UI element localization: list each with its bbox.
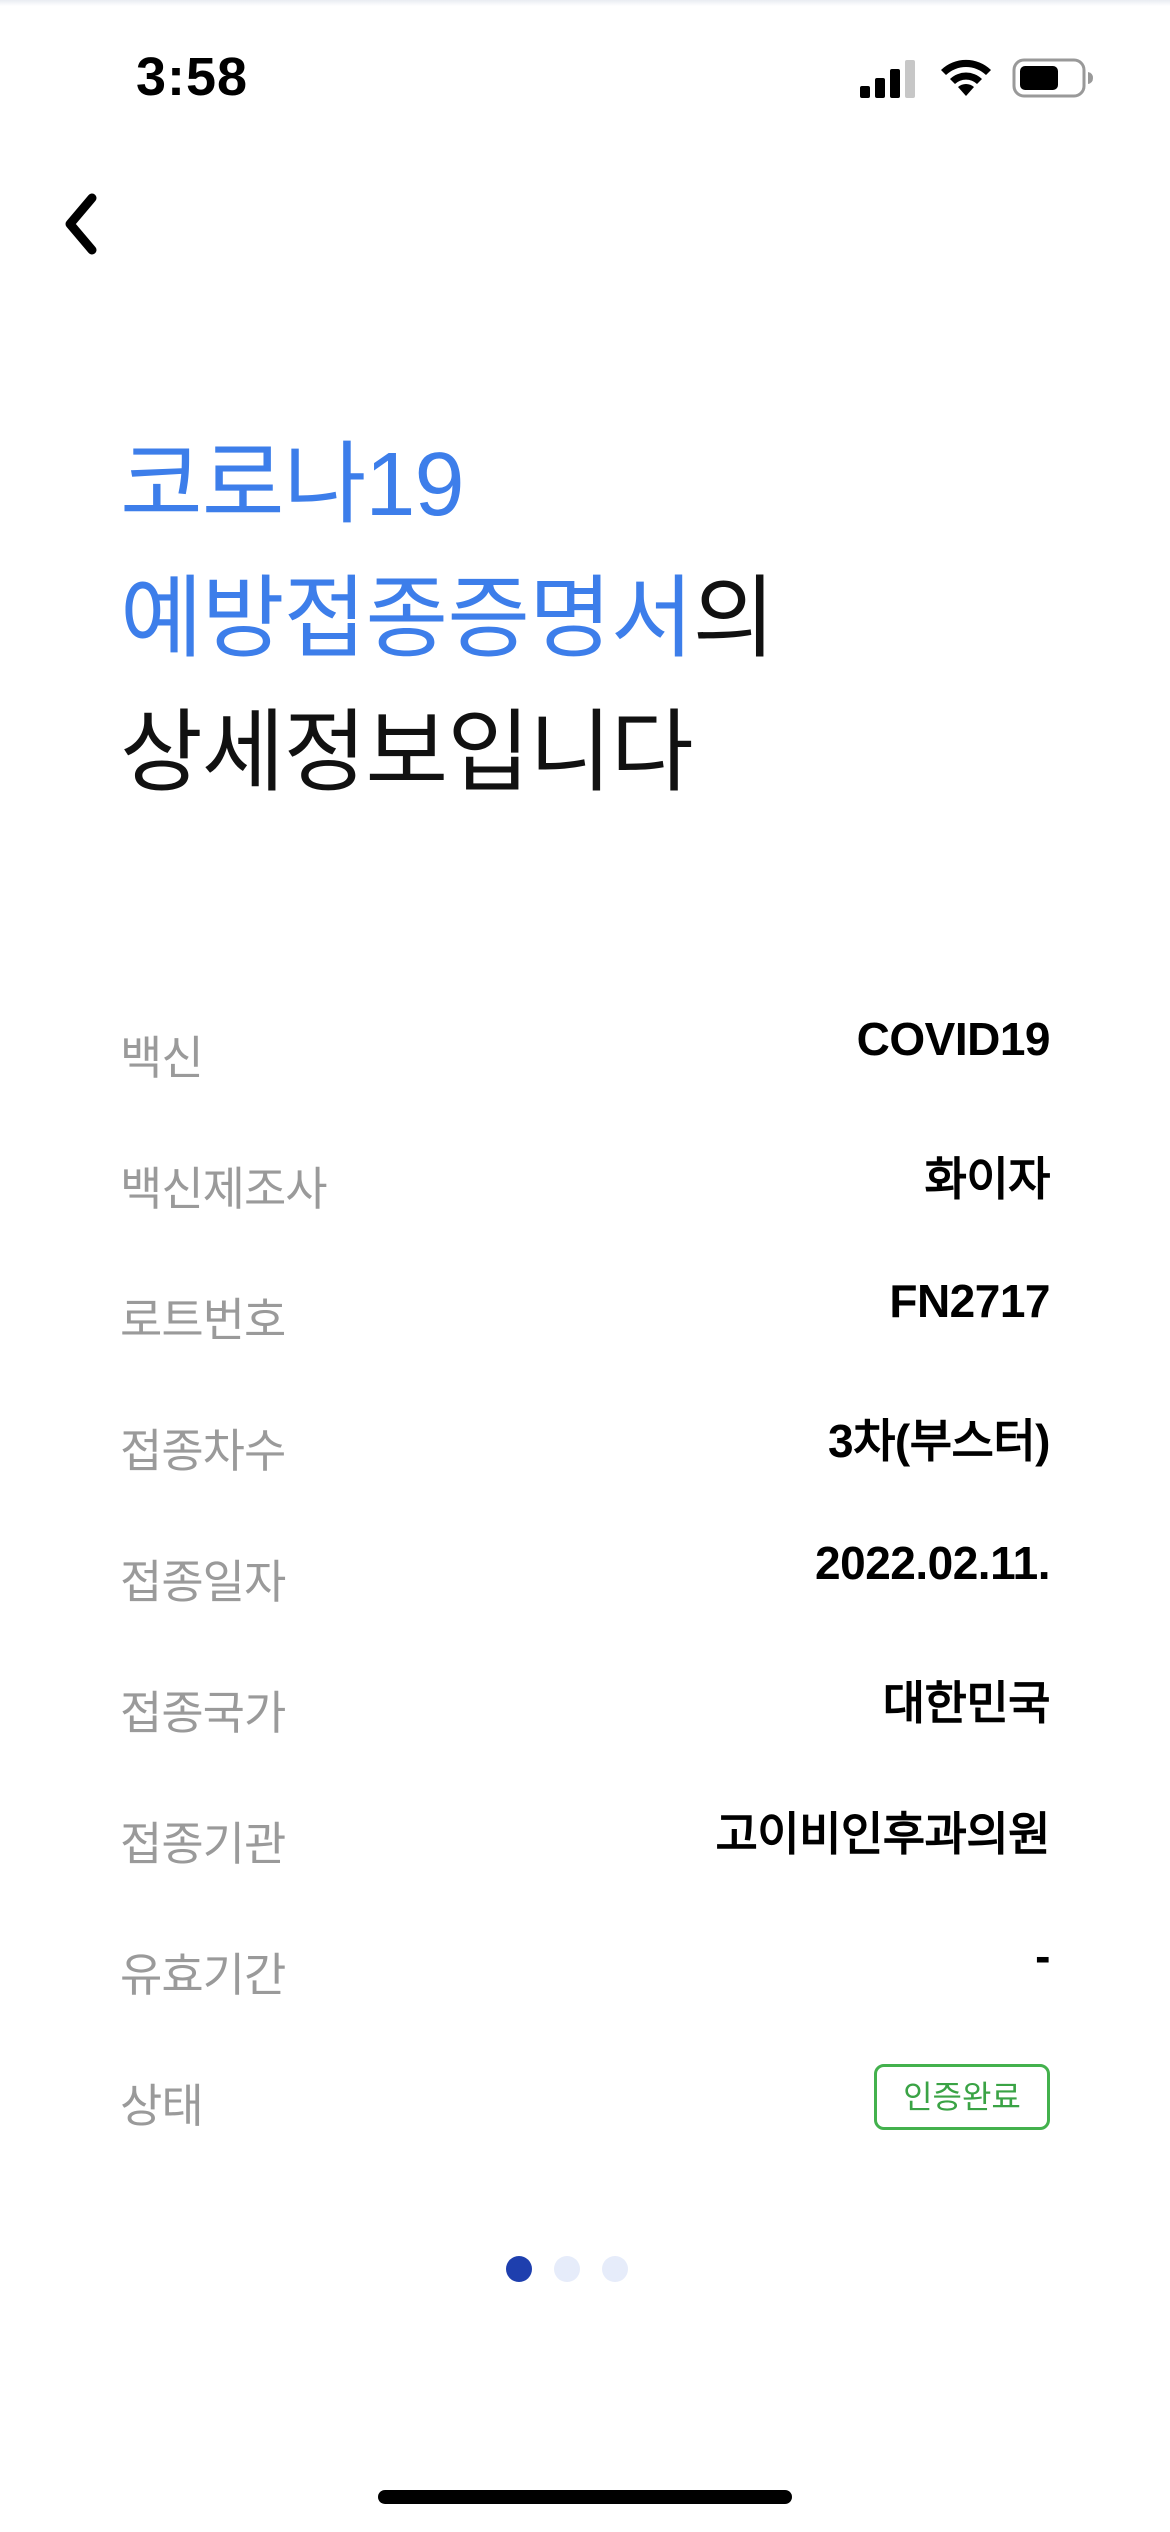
detail-row-institution: 접종기관 고이비인후과의원 [120, 1776, 1050, 1876]
title-particle: 의 [692, 569, 776, 669]
validity-label: 유효기간 [120, 1949, 286, 2001]
page-dot-1[interactable] [506, 2256, 532, 2282]
detail-row-validity: 유효기간 - [120, 1907, 1050, 2007]
manufacturer-label: 백신제조사 [120, 1163, 328, 1215]
vaccine-value: COVID19 [856, 1013, 1051, 1065]
lot-number-label: 로트번호 [120, 1294, 286, 1346]
title-detail-info: 상세정보입니다 [120, 703, 694, 803]
detail-row-manufacturer: 백신제조사 화이자 [120, 1121, 1051, 1221]
country-label: 접종국가 [120, 1687, 286, 1739]
detail-row-dose: 접종차수 3차(부스터) [120, 1383, 1051, 1483]
back-button[interactable] [40, 170, 150, 280]
detail-row-lot-number: 로트번호 FN2717 [120, 1252, 1050, 1352]
page-dot-3[interactable] [602, 2256, 628, 2282]
institution-value: 고이비인후과의원 [715, 1808, 1050, 1860]
chevron-left-icon [65, 193, 97, 255]
page-dot-2[interactable] [554, 2256, 580, 2282]
date-label: 접종일자 [120, 1556, 286, 1608]
country-value: 대한민국 [882, 1677, 1051, 1729]
detail-row-country: 접종국가 대한민국 [120, 1645, 1051, 1745]
manufacturer-value: 화이자 [924, 1153, 1051, 1205]
title-certificate: 예방접종증명서 [120, 569, 694, 669]
cellular-signal-icon [860, 60, 915, 98]
title-line-1: 코로나19 [120, 418, 774, 552]
date-value: 2022.02.11. [815, 1537, 1050, 1589]
dose-label: 접종차수 [120, 1425, 286, 1477]
detail-row-date: 접종일자 2022.02.11. [120, 1514, 1050, 1614]
title-covid: 코로나19 [120, 435, 465, 535]
status-label: 상태 [120, 2080, 204, 2132]
validity-value: - [1035, 1930, 1050, 1982]
home-indicator[interactable] [378, 2490, 792, 2504]
title-line-3: 상세정보입니다 [120, 686, 774, 820]
status-bar: 3:58 [0, 0, 1170, 150]
wifi-icon [941, 59, 991, 96]
dose-value: 3차(부스터) [828, 1415, 1051, 1467]
institution-label: 접종기관 [120, 1818, 286, 1870]
page-indicator [0, 2256, 1170, 2286]
status-time: 3:58 [136, 47, 249, 107]
detail-row-status: 상태 인증완료 [120, 2038, 1050, 2138]
battery-icon [1012, 58, 1093, 98]
title-line-2: 예방접종증명서의 [120, 552, 776, 686]
page-title: 코로나19 예방접종증명서의 상세정보입니다 [120, 418, 776, 820]
detail-row-vaccine: 백신 COVID19 [120, 990, 1051, 1090]
lot-number-value: FN2717 [889, 1275, 1050, 1327]
vaccine-label: 백신 [120, 1032, 204, 1084]
status-badge: 인증완료 [874, 2064, 1050, 2130]
